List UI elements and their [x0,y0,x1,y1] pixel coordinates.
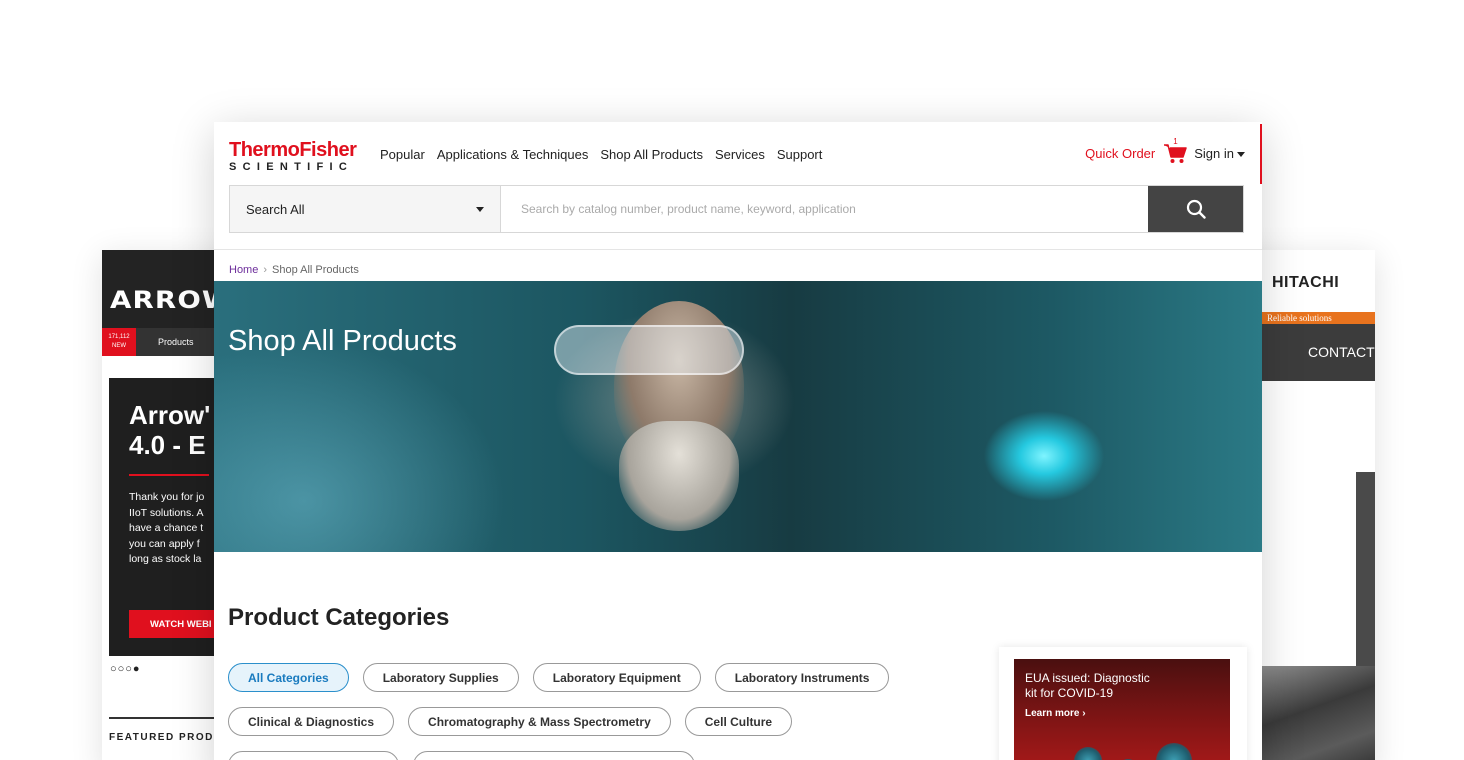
virus-illustration [1156,743,1192,760]
nav-applications-techniques[interactable]: Applications & Techniques [437,147,589,162]
chip-protein-cell-analysis[interactable]: Protein & Cell Analysis [228,751,399,760]
breadcrumb-current: Shop All Products [272,264,359,276]
carousel-dots[interactable]: ○○○● [110,663,141,675]
logo-subtitle: SCIENTIFIC [229,161,354,173]
arrow-featured-heading: FEATURED PROD [109,732,214,743]
hitachi-product-image [1262,666,1375,760]
search-bar: Search All [229,185,1244,233]
product-categories-heading: Product Categories [228,604,450,631]
hero-banner: Shop All Products [214,281,1262,552]
search-scope-label: Search All [246,201,305,217]
nav-support[interactable]: Support [777,147,823,162]
hero-scientist-beard [619,421,739,531]
arrow-hero-title: Arrow' 4.0 - E [129,400,211,460]
hero-safety-goggles [554,325,744,375]
logo-wordmark: ThermoFisher [229,139,357,161]
chip-row: Protein & Cell Analysis Molecular Biolog… [228,751,928,760]
chip-laboratory-equipment[interactable]: Laboratory Equipment [532,663,701,692]
promo-panel: EUA issued: Diagnostic kit for COVID-19 … [999,647,1247,760]
arrow-new-badge: 171,112 NEW [102,328,136,356]
thermofisher-logo[interactable]: ThermoFisher SCIENTIFIC [229,139,357,174]
chip-molecular-biology[interactable]: Molecular Biology & Nucleic Acid Analysi… [412,751,696,760]
nav-services[interactable]: Services [715,147,765,162]
category-filter-chips: All Categories Laboratory Supplies Labor… [228,663,928,760]
main-nav: Popular Applications & Techniques Shop A… [380,147,822,162]
chip-all-categories[interactable]: All Categories [228,663,349,692]
virus-illustration [1074,747,1102,760]
cart-button[interactable]: 1 [1163,137,1187,164]
arrow-hero-divider [129,474,209,476]
search-scope-select[interactable]: Search All [230,186,501,232]
hitachi-contact-button[interactable]: CONTACT [1262,324,1375,381]
search-input[interactable] [501,186,1148,232]
page-title: Shop All Products [228,325,457,357]
cart-count-badge: 1 [1173,137,1178,146]
chip-laboratory-instruments[interactable]: Laboratory Instruments [714,663,890,692]
search-icon [1186,199,1206,219]
chip-clinical-diagnostics[interactable]: Clinical & Diagnostics [228,707,395,736]
sign-in-menu[interactable]: Sign in [1194,146,1245,161]
nav-shop-all-products[interactable]: Shop All Products [600,147,703,162]
promo-learn-more-link[interactable]: Learn more › [1025,708,1086,719]
sign-in-label: Sign in [1194,145,1234,161]
nav-popular[interactable]: Popular [380,147,425,162]
marketing-collage: ARROW 171,112 NEW Products Arrow' 4.0 - … [0,0,1464,760]
covid-promo-banner[interactable]: EUA issued: Diagnostic kit for COVID-19 … [1014,659,1230,760]
chip-chromatography-mass-spectrometry[interactable]: Chromatography & Mass Spectrometry [408,707,671,736]
breadcrumb-home[interactable]: Home [229,264,258,276]
hitachi-side-bar [1356,472,1375,682]
hitachi-logo[interactable]: HITACHI [1272,274,1339,292]
breadcrumb-separator: › [263,264,268,276]
header-divider [214,249,1262,250]
chip-cell-culture[interactable]: Cell Culture [684,707,793,736]
chevron-down-icon [1237,151,1245,157]
chip-row: Clinical & Diagnostics Chromatography & … [228,707,928,736]
chevron-down-icon [476,206,484,212]
search-button[interactable] [1148,186,1243,232]
hitachi-tagline: Reliable solutions [1262,312,1375,324]
breadcrumb: Home › Shop All Products [229,264,359,276]
accent-edge [1260,124,1262,184]
header-actions: Quick Order 1 Sign in [1085,137,1245,164]
arrow-hero-body: Thank you for jo IIoT solutions. A have … [129,491,205,565]
thermofisher-site-card: ThermoFisher SCIENTIFIC Popular Applicat… [214,122,1262,760]
arrow-nav-products[interactable]: Products [158,337,194,347]
quick-order-link[interactable]: Quick Order [1085,146,1155,161]
chip-row: All Categories Laboratory Supplies Labor… [228,663,928,692]
chip-laboratory-supplies[interactable]: Laboratory Supplies [362,663,519,692]
promo-title: EUA issued: Diagnostic kit for COVID-19 [1025,671,1150,700]
